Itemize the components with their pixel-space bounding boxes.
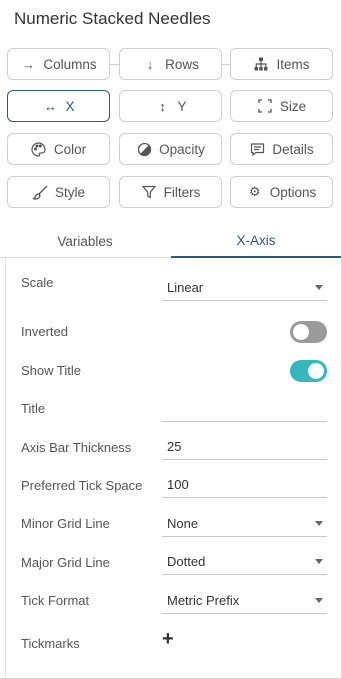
preferred-tick-space-value: 100	[167, 477, 189, 492]
axis-bar-thickness-value: 25	[167, 439, 182, 454]
chevron-down-icon	[315, 559, 323, 564]
filters-label: Filters	[163, 184, 201, 200]
axis-bar-thickness-label: Axis Bar Thickness	[21, 440, 132, 455]
tickmarks-label: Tickmarks	[21, 636, 80, 651]
options-label: Options	[269, 184, 317, 200]
columns-label: Columns	[43, 56, 97, 72]
filters-button[interactable]: Filters	[119, 176, 222, 208]
items-button[interactable]: Items	[230, 48, 333, 80]
tick-format-value: Metric Prefix	[167, 593, 240, 608]
opacity-button[interactable]: Opacity	[119, 133, 222, 165]
scale-value: Linear	[167, 280, 204, 295]
horizontal-arrows-icon: ↔	[43, 98, 57, 114]
show-title-label: Show Title	[21, 363, 81, 378]
chevron-down-icon	[315, 285, 323, 290]
x-button[interactable]: ↔ X	[7, 90, 110, 122]
major-grid-line-label: Major Grid Line	[21, 555, 110, 570]
hierarchy-icon	[253, 56, 269, 72]
y-button[interactable]: ↕ Y	[119, 90, 222, 122]
details-button[interactable]: Details	[230, 133, 333, 165]
toggle-knob	[308, 363, 324, 379]
toggle-knob	[293, 324, 309, 340]
scale-label: Scale	[21, 275, 54, 290]
preferred-tick-space-label: Preferred Tick Space	[21, 478, 143, 493]
arrow-right-icon: →	[21, 56, 35, 72]
items-label: Items	[276, 56, 310, 72]
axis-tabs: Variables X-Axis	[0, 224, 341, 258]
size-label: Size	[279, 98, 307, 114]
inverted-label: Inverted	[21, 324, 68, 339]
opacity-icon	[136, 141, 152, 157]
filter-icon	[141, 184, 157, 200]
tab-variables[interactable]: Variables	[0, 224, 170, 258]
rows-label: Rows	[165, 56, 199, 72]
panel-title: Numeric Stacked Needles	[14, 9, 211, 28]
expand-corners-icon	[257, 98, 273, 114]
x-label: X	[65, 98, 75, 114]
rows-button[interactable]: ↓ Rows	[119, 48, 222, 80]
color-label: Color	[53, 141, 87, 157]
chevron-down-icon	[315, 598, 323, 603]
brush-icon	[32, 184, 48, 200]
title-input[interactable]	[162, 396, 327, 422]
palette-icon	[31, 141, 47, 157]
opacity-label: Opacity	[159, 141, 205, 157]
minor-grid-line-dropdown[interactable]: None	[162, 511, 327, 537]
connector-line	[110, 64, 119, 65]
gear-icon: ⚙	[248, 184, 261, 199]
preferred-tick-space-input[interactable]: 100	[162, 472, 327, 498]
y-label: Y	[177, 98, 187, 114]
style-label: Style	[54, 184, 85, 200]
tick-format-dropdown[interactable]: Metric Prefix	[162, 588, 327, 614]
show-title-toggle[interactable]	[290, 360, 327, 382]
add-tickmark-plus-icon[interactable]: +	[162, 629, 174, 649]
comment-icon	[249, 141, 265, 157]
arrow-down-icon: ↓	[146, 56, 154, 72]
settings-panel: Numeric Stacked Needles → Columns ↓ Rows…	[0, 0, 342, 679]
size-button[interactable]: Size	[230, 90, 333, 122]
minor-grid-line-label: Minor Grid Line	[21, 516, 110, 531]
style-button[interactable]: Style	[7, 176, 110, 208]
minor-grid-line-value: None	[167, 516, 199, 531]
columns-button[interactable]: → Columns	[7, 48, 110, 80]
tick-format-label: Tick Format	[21, 593, 90, 608]
title-label: Title	[21, 401, 46, 416]
inverted-toggle[interactable]	[290, 321, 327, 343]
chevron-down-icon	[315, 521, 323, 526]
major-grid-line-value: Dotted	[167, 554, 206, 569]
details-label: Details	[272, 141, 314, 157]
scale-dropdown[interactable]: Linear	[162, 275, 327, 301]
color-button[interactable]: Color	[7, 133, 110, 165]
major-grid-line-dropdown[interactable]: Dotted	[162, 549, 327, 575]
options-button[interactable]: ⚙ Options	[230, 176, 333, 208]
vertical-arrows-icon: ↕	[159, 98, 166, 114]
axis-bar-thickness-input[interactable]: 25	[162, 434, 327, 460]
tab-x-axis[interactable]: X-Axis	[171, 224, 341, 258]
x-axis-settings: Scale Linear Inverted Show Title Title A…	[5, 258, 336, 679]
